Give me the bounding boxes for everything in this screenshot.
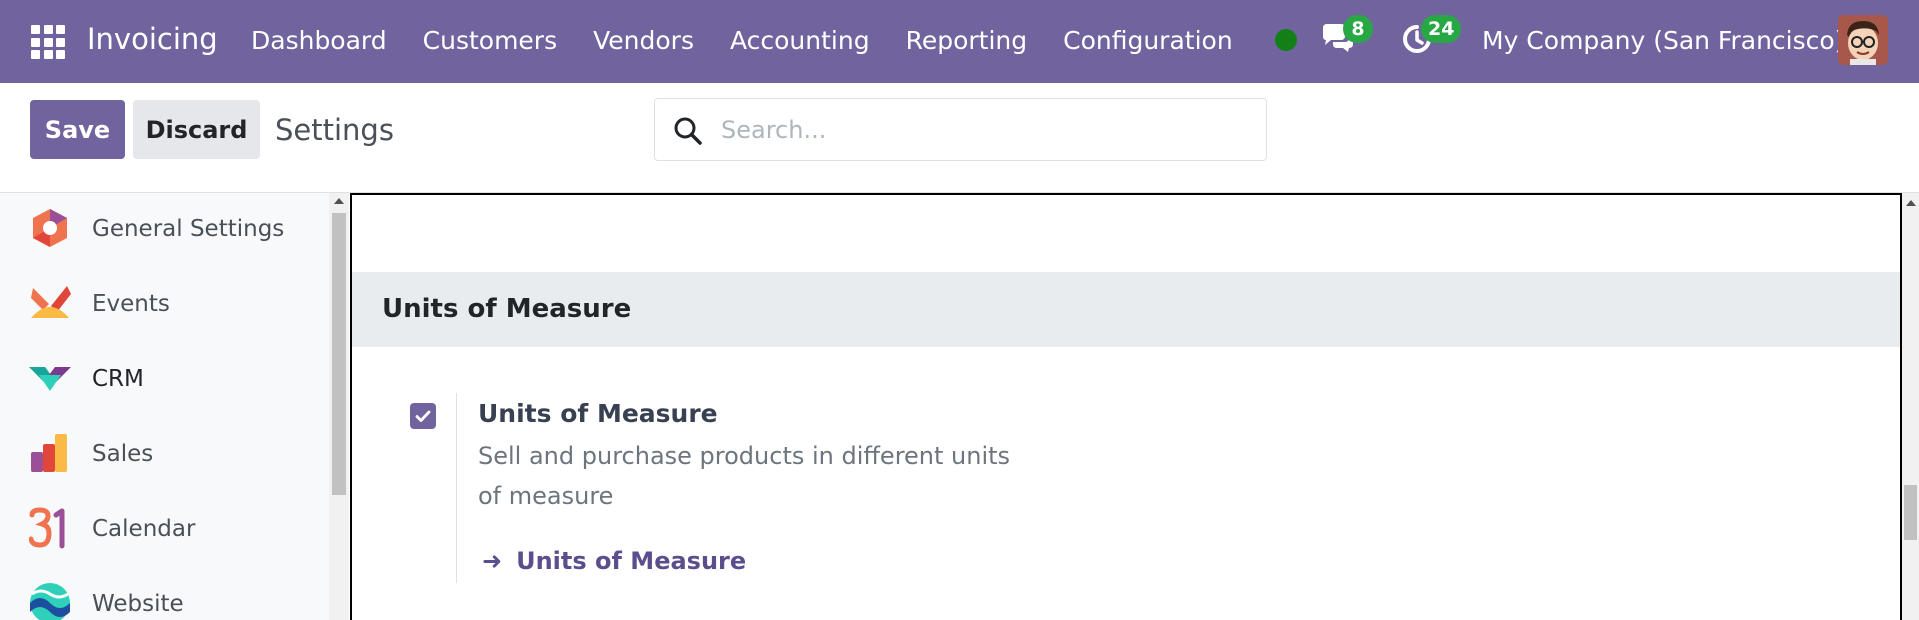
menu-configuration[interactable]: Configuration: [1063, 26, 1233, 55]
setting-link-label: Units of Measure: [516, 547, 747, 575]
scroll-up-arrow-icon[interactable]: [334, 198, 344, 204]
sidebar-item-label: Sales: [92, 440, 154, 467]
setting-title: Units of Measure: [478, 399, 718, 428]
sidebar-item-label: CRM: [92, 365, 144, 392]
website-icon: [29, 582, 71, 620]
save-button[interactable]: Save: [30, 100, 125, 159]
general-settings-icon: [29, 207, 71, 249]
search-box[interactable]: [654, 98, 1267, 161]
calendar-icon: [28, 507, 71, 549]
company-switcher[interactable]: My Company (San Francisco): [1482, 26, 1844, 55]
top-navbar: Invoicing Dashboard Customers Vendors Ac…: [0, 0, 1919, 83]
section-title: Units of Measure: [382, 294, 632, 324]
menu-reporting[interactable]: Reporting: [906, 26, 1028, 55]
menu-customers[interactable]: Customers: [423, 26, 557, 55]
events-icon: [29, 282, 71, 324]
app-brand[interactable]: Invoicing: [87, 22, 218, 56]
setting-description: Sell and purchase products in different …: [478, 442, 1011, 510]
scroll-up-arrow-icon[interactable]: [1906, 200, 1916, 206]
checkmark-icon: [415, 410, 431, 422]
search-input[interactable]: [721, 109, 1251, 151]
page-title: Settings: [275, 113, 394, 147]
search-icon: [673, 116, 703, 146]
content-scrollbar[interactable]: [1902, 193, 1919, 620]
menu-vendors[interactable]: Vendors: [593, 26, 694, 55]
units-of-measure-link[interactable]: ➜ Units of Measure: [482, 547, 746, 575]
sidebar-scrollbar[interactable]: [329, 193, 349, 620]
settings-sidebar: General Settings Events CRM Sales Calend…: [0, 193, 329, 620]
discard-button[interactable]: Discard: [133, 100, 260, 159]
control-panel: Save Discard Settings: [0, 83, 1919, 193]
sidebar-item-sales[interactable]: Sales: [0, 416, 329, 491]
content-scroll-thumb[interactable]: [1904, 485, 1917, 540]
chat-count-badge: 8: [1343, 15, 1373, 43]
crm-icon: [29, 357, 71, 399]
sidebar-item-label: Events: [92, 290, 170, 317]
sidebar-item-events[interactable]: Events: [0, 266, 329, 341]
units-of-measure-checkbox[interactable]: [410, 403, 436, 429]
sidebar-item-general-settings[interactable]: General Settings: [0, 193, 329, 266]
section-header: Units of Measure: [352, 272, 1900, 347]
sidebar-item-website[interactable]: Website: [0, 566, 329, 620]
sales-icon: [29, 432, 71, 474]
app-grid-icon[interactable]: [31, 25, 65, 59]
user-avatar[interactable]: [1838, 15, 1888, 65]
menu-dashboard[interactable]: Dashboard: [251, 26, 387, 55]
sidebar-item-label: General Settings: [92, 215, 285, 242]
main-menu: Dashboard Customers Vendors Accounting R…: [251, 26, 1269, 55]
menu-accounting[interactable]: Accounting: [730, 26, 870, 55]
settings-content: Units of Measure Units of Measure Sell a…: [350, 193, 1902, 620]
arrow-right-icon: ➜: [482, 547, 503, 575]
activity-count-badge: 24: [1421, 15, 1462, 43]
sidebar-item-label: Calendar: [92, 515, 196, 542]
sidebar-scroll-thumb[interactable]: [332, 213, 346, 495]
online-status-icon[interactable]: [1275, 29, 1297, 51]
sidebar-item-label: Website: [92, 590, 184, 617]
sidebar-item-calendar[interactable]: Calendar: [0, 491, 329, 566]
setting-divider: [456, 393, 457, 583]
sidebar-item-crm[interactable]: CRM: [0, 341, 329, 416]
